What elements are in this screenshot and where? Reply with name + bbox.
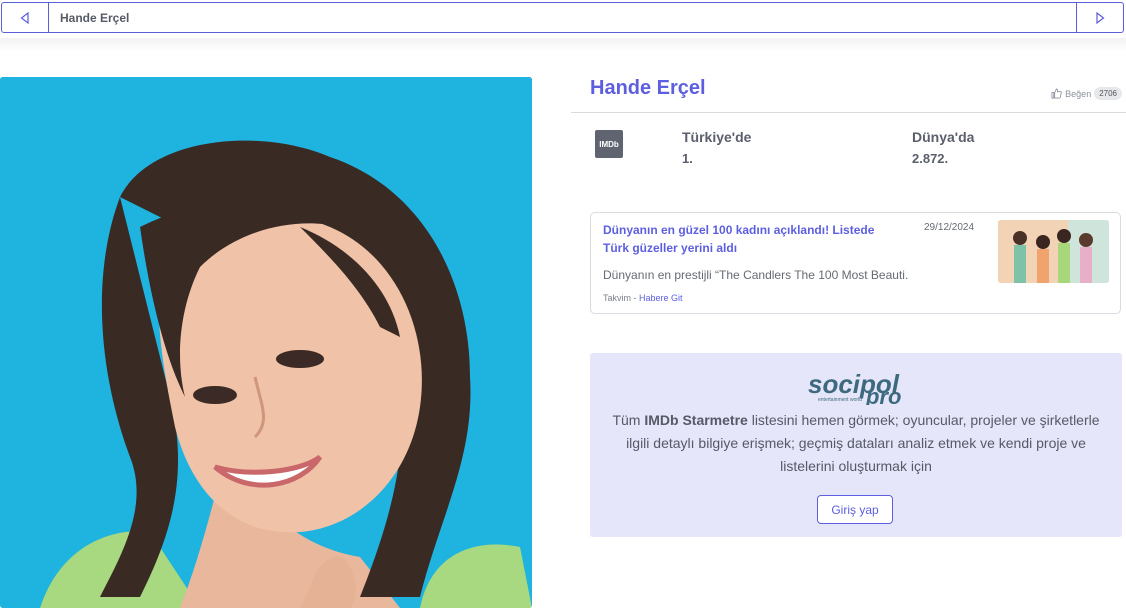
world-rank-value: 2.872. bbox=[912, 151, 949, 166]
profile-name: Hande Erçel bbox=[590, 77, 706, 99]
profile-nav-bar: Hande Erçel bbox=[1, 2, 1124, 33]
turkey-rank-label: Türkiye'de bbox=[682, 129, 752, 145]
news-link[interactable]: Habere Git bbox=[639, 293, 683, 303]
news-title[interactable]: Dünyanın en güzel 100 kadını açıklandı! … bbox=[603, 221, 883, 257]
news-source-line: Takvim - Habere Git bbox=[603, 293, 683, 303]
portrait-illustration bbox=[0, 77, 532, 608]
turkey-rank-value: 1. bbox=[682, 151, 693, 166]
caret-left-icon bbox=[20, 11, 29, 24]
login-button[interactable]: Giriş yap bbox=[817, 495, 893, 524]
imdb-logo: IMDb bbox=[595, 130, 623, 158]
news-card[interactable]: Dünyanın en güzel 100 kadını açıklandı! … bbox=[590, 212, 1121, 314]
socipol-pro-logo: socipol pro entertainment world bbox=[808, 369, 901, 405]
previous-button[interactable] bbox=[2, 3, 49, 32]
like-count: 2706 bbox=[1094, 87, 1122, 100]
news-date: 29/12/2024 bbox=[924, 222, 975, 233]
profile-photo bbox=[0, 77, 532, 608]
like-label: Beğen bbox=[1065, 88, 1092, 99]
news-source: Takvim bbox=[603, 293, 632, 303]
like-button[interactable]: Beğen 2706 bbox=[1051, 87, 1122, 100]
svg-text:pro: pro bbox=[865, 384, 901, 405]
world-rank-label: Dünya'da bbox=[912, 129, 975, 145]
divider bbox=[571, 112, 1126, 113]
news-thumbnail-image bbox=[998, 220, 1109, 283]
next-button[interactable] bbox=[1076, 3, 1123, 32]
nav-title: Hande Erçel bbox=[60, 10, 130, 25]
header-shadow bbox=[0, 38, 1126, 52]
svg-text:entertainment world: entertainment world bbox=[818, 397, 862, 403]
promo-description: Tüm IMDb Starmetre listesini hemen görme… bbox=[612, 412, 1100, 474]
thumbs-up-icon bbox=[1051, 88, 1062, 99]
caret-right-icon bbox=[1096, 11, 1105, 24]
news-description: Dünyanın en prestijli “The Candlers The … bbox=[603, 268, 908, 282]
promo-highlight: IMDb Starmetre bbox=[644, 412, 748, 428]
promo-box: socipol pro entertainment world Tüm IMDb… bbox=[590, 353, 1122, 537]
news-separator: - bbox=[631, 293, 640, 303]
news-thumbnail[interactable] bbox=[998, 220, 1109, 283]
